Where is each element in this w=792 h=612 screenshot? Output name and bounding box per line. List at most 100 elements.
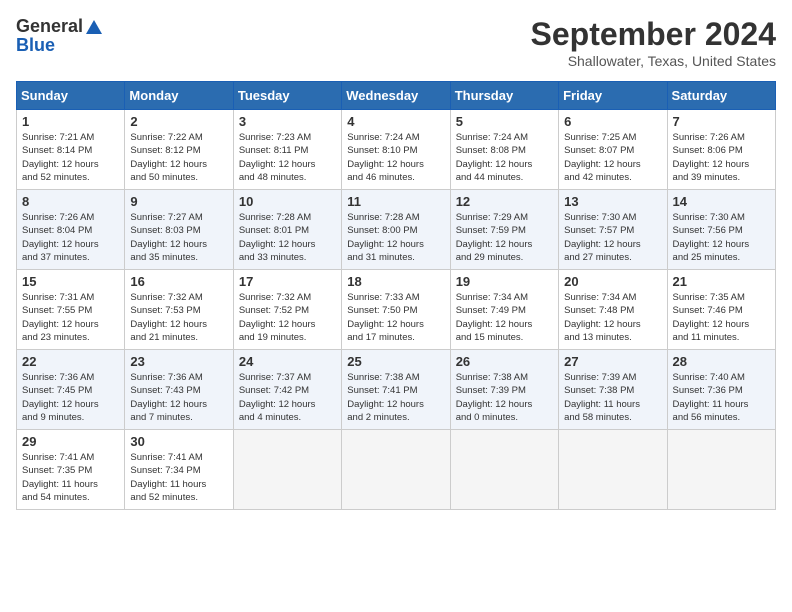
- cell-detail: Sunrise: 7:26 AMSunset: 8:06 PMDaylight:…: [673, 131, 770, 184]
- day-number: 26: [456, 354, 553, 369]
- cell-detail: Sunrise: 7:39 AMSunset: 7:38 PMDaylight:…: [564, 371, 661, 424]
- cell-detail: Sunrise: 7:27 AMSunset: 8:03 PMDaylight:…: [130, 211, 227, 264]
- cell-detail: Sunrise: 7:41 AMSunset: 7:34 PMDaylight:…: [130, 451, 227, 504]
- calendar-cell: 12Sunrise: 7:29 AMSunset: 7:59 PMDayligh…: [450, 190, 558, 270]
- calendar-week-row: 22 Sunrise: 7:36 AMSunset: 7:45 PMDayligh…: [17, 350, 776, 430]
- calendar-cell: 25 Sunrise: 7:38 AMSunset: 7:41 PMDayligh…: [342, 350, 450, 430]
- cell-detail: Sunrise: 7:38 AMSunset: 7:39 PMDaylight:…: [456, 371, 553, 424]
- calendar-cell: 4 Sunrise: 7:24 AMSunset: 8:10 PMDaylight…: [342, 110, 450, 190]
- calendar-cell: 13Sunrise: 7:30 AMSunset: 7:57 PMDayligh…: [559, 190, 667, 270]
- calendar-cell: 6 Sunrise: 7:25 AMSunset: 8:07 PMDaylight…: [559, 110, 667, 190]
- day-number: 25: [347, 354, 444, 369]
- cell-detail: Sunrise: 7:37 AMSunset: 7:42 PMDaylight:…: [239, 371, 336, 424]
- calendar-cell: 17Sunrise: 7:32 AMSunset: 7:52 PMDayligh…: [233, 270, 341, 350]
- title-section: September 2024 Shallowater, Texas, Unite…: [531, 16, 776, 69]
- day-number: 27: [564, 354, 661, 369]
- column-header-sunday: Sunday: [17, 82, 125, 110]
- calendar-cell: 10Sunrise: 7:28 AMSunset: 8:01 PMDayligh…: [233, 190, 341, 270]
- day-number: 21: [673, 274, 770, 289]
- day-number: 9: [130, 194, 227, 209]
- calendar-cell: 29 Sunrise: 7:41 AMSunset: 7:35 PMDayligh…: [17, 430, 125, 510]
- cell-detail: Sunrise: 7:30 AMSunset: 7:56 PMDaylight:…: [673, 211, 770, 264]
- day-number: 11: [347, 194, 444, 209]
- day-number: 18: [347, 274, 444, 289]
- calendar-cell: 14 Sunrise: 7:30 AMSunset: 7:56 PMDayligh…: [667, 190, 775, 270]
- day-number: 30: [130, 434, 227, 449]
- cell-detail: Sunrise: 7:32 AMSunset: 7:53 PMDaylight:…: [130, 291, 227, 344]
- cell-detail: Sunrise: 7:28 AMSunset: 8:01 PMDaylight:…: [239, 211, 336, 264]
- column-header-monday: Monday: [125, 82, 233, 110]
- calendar-week-row: 29 Sunrise: 7:41 AMSunset: 7:35 PMDayligh…: [17, 430, 776, 510]
- calendar-cell: 11 Sunrise: 7:28 AMSunset: 8:00 PMDayligh…: [342, 190, 450, 270]
- day-number: 16: [130, 274, 227, 289]
- calendar-cell: 28Sunrise: 7:40 AMSunset: 7:36 PMDayligh…: [667, 350, 775, 430]
- calendar-cell: 1Sunrise: 7:21 AMSunset: 8:14 PMDaylight…: [17, 110, 125, 190]
- cell-detail: Sunrise: 7:21 AMSunset: 8:14 PMDaylight:…: [22, 131, 119, 184]
- calendar-cell: 5 Sunrise: 7:24 AMSunset: 8:08 PMDaylight…: [450, 110, 558, 190]
- day-number: 6: [564, 114, 661, 129]
- calendar-cell: 24 Sunrise: 7:37 AMSunset: 7:42 PMDayligh…: [233, 350, 341, 430]
- day-number: 12: [456, 194, 553, 209]
- cell-detail: Sunrise: 7:28 AMSunset: 8:00 PMDaylight:…: [347, 211, 444, 264]
- cell-detail: Sunrise: 7:24 AMSunset: 8:10 PMDaylight:…: [347, 131, 444, 184]
- day-number: 17: [239, 274, 336, 289]
- cell-detail: Sunrise: 7:36 AMSunset: 7:45 PMDaylight:…: [22, 371, 119, 424]
- calendar-cell: 26 Sunrise: 7:38 AMSunset: 7:39 PMDayligh…: [450, 350, 558, 430]
- day-number: 14: [673, 194, 770, 209]
- column-header-saturday: Saturday: [667, 82, 775, 110]
- calendar-body: 1Sunrise: 7:21 AMSunset: 8:14 PMDaylight…: [17, 110, 776, 510]
- logo-triangle-icon: [85, 18, 103, 36]
- calendar-cell: 2 Sunrise: 7:22 AMSunset: 8:12 PMDaylight…: [125, 110, 233, 190]
- day-number: 24: [239, 354, 336, 369]
- calendar-cell: 16 Sunrise: 7:32 AMSunset: 7:53 PMDayligh…: [125, 270, 233, 350]
- calendar-week-row: 8 Sunrise: 7:26 AMSunset: 8:04 PMDaylight…: [17, 190, 776, 270]
- day-number: 19: [456, 274, 553, 289]
- day-number: 20: [564, 274, 661, 289]
- day-number: 5: [456, 114, 553, 129]
- calendar-cell: 19 Sunrise: 7:34 AMSunset: 7:49 PMDayligh…: [450, 270, 558, 350]
- calendar-cell: [559, 430, 667, 510]
- day-number: 4: [347, 114, 444, 129]
- cell-detail: Sunrise: 7:41 AMSunset: 7:35 PMDaylight:…: [22, 451, 119, 504]
- calendar-week-row: 15 Sunrise: 7:31 AMSunset: 7:55 PMDayligh…: [17, 270, 776, 350]
- cell-detail: Sunrise: 7:23 AMSunset: 8:11 PMDaylight:…: [239, 131, 336, 184]
- column-header-tuesday: Tuesday: [233, 82, 341, 110]
- day-number: 7: [673, 114, 770, 129]
- cell-detail: Sunrise: 7:31 AMSunset: 7:55 PMDaylight:…: [22, 291, 119, 344]
- cell-detail: Sunrise: 7:35 AMSunset: 7:46 PMDaylight:…: [673, 291, 770, 344]
- calendar-cell: 23Sunrise: 7:36 AMSunset: 7:43 PMDayligh…: [125, 350, 233, 430]
- cell-detail: Sunrise: 7:34 AMSunset: 7:49 PMDaylight:…: [456, 291, 553, 344]
- day-number: 2: [130, 114, 227, 129]
- cell-detail: Sunrise: 7:25 AMSunset: 8:07 PMDaylight:…: [564, 131, 661, 184]
- calendar-header-row: SundayMondayTuesdayWednesdayThursdayFrid…: [17, 82, 776, 110]
- calendar-cell: 7 Sunrise: 7:26 AMSunset: 8:06 PMDaylight…: [667, 110, 775, 190]
- calendar-cell: 8 Sunrise: 7:26 AMSunset: 8:04 PMDaylight…: [17, 190, 125, 270]
- location-subtitle: Shallowater, Texas, United States: [531, 53, 776, 69]
- calendar-cell: [233, 430, 341, 510]
- column-header-wednesday: Wednesday: [342, 82, 450, 110]
- cell-detail: Sunrise: 7:33 AMSunset: 7:50 PMDaylight:…: [347, 291, 444, 344]
- calendar-cell: [450, 430, 558, 510]
- logo: General Blue: [16, 16, 103, 56]
- calendar-cell: 15 Sunrise: 7:31 AMSunset: 7:55 PMDayligh…: [17, 270, 125, 350]
- calendar-table: SundayMondayTuesdayWednesdayThursdayFrid…: [16, 81, 776, 510]
- cell-detail: Sunrise: 7:22 AMSunset: 8:12 PMDaylight:…: [130, 131, 227, 184]
- cell-detail: Sunrise: 7:30 AMSunset: 7:57 PMDaylight:…: [564, 211, 661, 264]
- calendar-cell: [667, 430, 775, 510]
- column-header-friday: Friday: [559, 82, 667, 110]
- logo-blue: Blue: [16, 35, 55, 56]
- column-header-thursday: Thursday: [450, 82, 558, 110]
- cell-detail: Sunrise: 7:34 AMSunset: 7:48 PMDaylight:…: [564, 291, 661, 344]
- cell-detail: Sunrise: 7:38 AMSunset: 7:41 PMDaylight:…: [347, 371, 444, 424]
- logo-general: General: [16, 16, 83, 37]
- cell-detail: Sunrise: 7:26 AMSunset: 8:04 PMDaylight:…: [22, 211, 119, 264]
- day-number: 29: [22, 434, 119, 449]
- calendar-week-row: 1Sunrise: 7:21 AMSunset: 8:14 PMDaylight…: [17, 110, 776, 190]
- day-number: 8: [22, 194, 119, 209]
- day-number: 22: [22, 354, 119, 369]
- cell-detail: Sunrise: 7:24 AMSunset: 8:08 PMDaylight:…: [456, 131, 553, 184]
- calendar-cell: 3Sunrise: 7:23 AMSunset: 8:11 PMDaylight…: [233, 110, 341, 190]
- day-number: 15: [22, 274, 119, 289]
- calendar-cell: 21 Sunrise: 7:35 AMSunset: 7:46 PMDayligh…: [667, 270, 775, 350]
- day-number: 28: [673, 354, 770, 369]
